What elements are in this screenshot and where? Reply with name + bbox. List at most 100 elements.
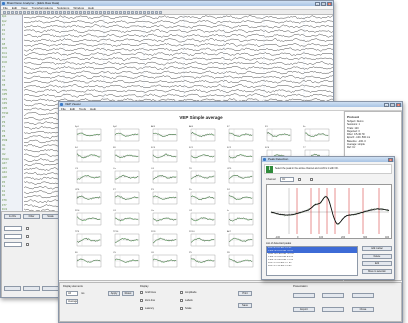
- eeg-button-1[interactable]: 1s Div: [4, 214, 21, 219]
- vep-channel-cell[interactable]: TP10: [113, 231, 140, 247]
- vep-channel-cell[interactable]: T8: [189, 168, 216, 184]
- eeg-menu-solutions[interactable]: Solutions: [57, 6, 69, 9]
- vep-menu-tools[interactable]: Tools: [79, 107, 86, 110]
- toolbar-button[interactable]: [139, 11, 142, 14]
- eeg-check-2[interactable]: [26, 235, 29, 238]
- presentation-button-3[interactable]: [352, 293, 374, 298]
- option-check-2[interactable]: [310, 178, 313, 181]
- vep-channel-cell[interactable]: P5: [189, 252, 216, 268]
- toolbar-button[interactable]: [143, 11, 146, 14]
- toolbar-button[interactable]: [7, 11, 10, 14]
- toolbar-button[interactable]: [87, 11, 90, 14]
- toolbar-button[interactable]: [79, 11, 82, 14]
- toolbar-button[interactable]: [43, 11, 46, 14]
- display-checkbox[interactable]: [140, 299, 143, 302]
- eeg-field-1[interactable]: [4, 226, 22, 231]
- toolbar-button[interactable]: [91, 11, 94, 14]
- vep-channel-cell[interactable]: Fz: [303, 126, 330, 142]
- vep-menu-edit[interactable]: Edit: [70, 107, 75, 110]
- vep-channel-cell[interactable]: FC2: [227, 147, 254, 163]
- toolbar-button[interactable]: [115, 11, 118, 14]
- option-check-1[interactable]: [298, 178, 301, 181]
- vep-channel-cell[interactable]: Oz: [151, 210, 178, 226]
- peak-waveform-plot[interactable]: -100 0 100 200 300 400: [266, 184, 392, 239]
- vep-channel-cell[interactable]: C6: [151, 252, 178, 268]
- vep-channel-cell[interactable]: Fp1: [75, 126, 102, 142]
- presentation-close-button[interactable]: Close: [352, 307, 374, 312]
- vep-channel-cell[interactable]: C5: [113, 252, 140, 268]
- toolbar-button[interactable]: [155, 11, 158, 14]
- toolbar-button[interactable]: [59, 11, 62, 14]
- vep-channel-cell[interactable]: F3: [265, 126, 292, 142]
- display-select-1[interactable]: All: [66, 291, 78, 296]
- toolbar-button[interactable]: [151, 11, 154, 14]
- display-reset-button[interactable]: Reset: [122, 291, 134, 296]
- peak-side-button[interactable]: Add marker: [362, 246, 392, 251]
- toolbar-button[interactable]: [3, 11, 6, 14]
- peak-side-button[interactable]: Edit: [362, 261, 392, 266]
- eeg-apply-button[interactable]: [4, 286, 21, 291]
- vep-channel-cell[interactable]: P4: [227, 189, 254, 205]
- toolbar-button[interactable]: [31, 11, 34, 14]
- eeg-menu-window[interactable]: Window: [73, 6, 84, 9]
- vep-channel-cell[interactable]: AF7: [227, 231, 254, 247]
- toolbar-button[interactable]: [75, 11, 78, 14]
- eeg-button-3[interactable]: Scale: [42, 214, 59, 219]
- toolbar-button[interactable]: [19, 11, 22, 14]
- vep-channel-cell[interactable]: AF4: [189, 126, 216, 142]
- vep-channel-cell[interactable]: PO9: [151, 231, 178, 247]
- minimize-button[interactable]: –: [315, 1, 320, 6]
- eeg-menu-help[interactable]: Help: [88, 6, 94, 9]
- display-checkbox[interactable]: [180, 307, 183, 310]
- eeg-menu-edit[interactable]: Edit: [12, 6, 17, 9]
- vep-channel-cell[interactable]: AF3: [151, 126, 178, 142]
- vep-channel-cell[interactable]: P3: [151, 189, 178, 205]
- toolbar-button[interactable]: [147, 11, 150, 14]
- peak-list[interactable]: N75 Oz 74.2 ms -3.1 uV P100 Oz 101.6 ms 7…: [266, 246, 358, 276]
- toolbar-button[interactable]: [127, 11, 130, 14]
- channel-field[interactable]: Oz: [280, 177, 294, 182]
- eeg-menu-file[interactable]: File: [3, 6, 8, 9]
- vep-channel-cell[interactable]: FC5: [151, 147, 178, 163]
- toolbar-button[interactable]: [135, 11, 138, 14]
- peak-dialog-close-button[interactable]: ×: [388, 157, 393, 162]
- toolbar-button[interactable]: [119, 11, 122, 14]
- display-select-2[interactable]: Average: [66, 299, 78, 304]
- toolbar-button[interactable]: [11, 11, 14, 14]
- vep-channel-cell[interactable]: CP6: [75, 189, 102, 205]
- vep-channel-cell[interactable]: O2: [189, 210, 216, 226]
- toolbar-button[interactable]: [23, 11, 26, 14]
- display-checkbox[interactable]: [140, 307, 143, 310]
- display-checkbox[interactable]: [180, 299, 183, 302]
- vep-channel-cell[interactable]: TP9: [75, 231, 102, 247]
- toolbar-button[interactable]: [55, 11, 58, 14]
- toolbar-button[interactable]: [35, 11, 38, 14]
- eeg-field-2[interactable]: [4, 234, 22, 239]
- eeg-ok-button[interactable]: [23, 286, 40, 291]
- vep-menu-file[interactable]: File: [61, 107, 66, 110]
- toolbar-button[interactable]: [159, 11, 162, 14]
- toolbar-button[interactable]: [71, 11, 74, 14]
- display-save-button[interactable]: Save: [238, 303, 252, 308]
- eeg-menu-view[interactable]: View: [21, 6, 27, 9]
- peak-side-button[interactable]: Move to selection: [362, 268, 392, 274]
- vep-channel-cell[interactable]: FC1: [189, 147, 216, 163]
- toolbar-button[interactable]: [111, 11, 114, 14]
- vep-channel-cell[interactable]: Pz: [189, 189, 216, 205]
- toolbar-button[interactable]: [95, 11, 98, 14]
- toolbar-button[interactable]: [27, 11, 30, 14]
- toolbar-button[interactable]: [47, 11, 50, 14]
- eeg-button-2[interactable]: Filter: [23, 214, 40, 219]
- presentation-button-1[interactable]: [293, 293, 315, 298]
- vep-channel-cell[interactable]: P6: [227, 252, 254, 268]
- toolbar-button[interactable]: [103, 11, 106, 14]
- toolbar-button[interactable]: [83, 11, 86, 14]
- display-checkbox[interactable]: [180, 291, 183, 294]
- peak-side-button[interactable]: Delete: [362, 253, 392, 259]
- display-checkbox[interactable]: [140, 291, 143, 294]
- peak-list-item[interactable]: N75 O2 73.4 ms -2.9 uV: [267, 265, 357, 268]
- toolbar-button[interactable]: [63, 11, 66, 14]
- presentation-export-button[interactable]: Export: [293, 307, 315, 312]
- vep-minimize-button[interactable]: –: [384, 102, 389, 107]
- toolbar-button[interactable]: [51, 11, 54, 14]
